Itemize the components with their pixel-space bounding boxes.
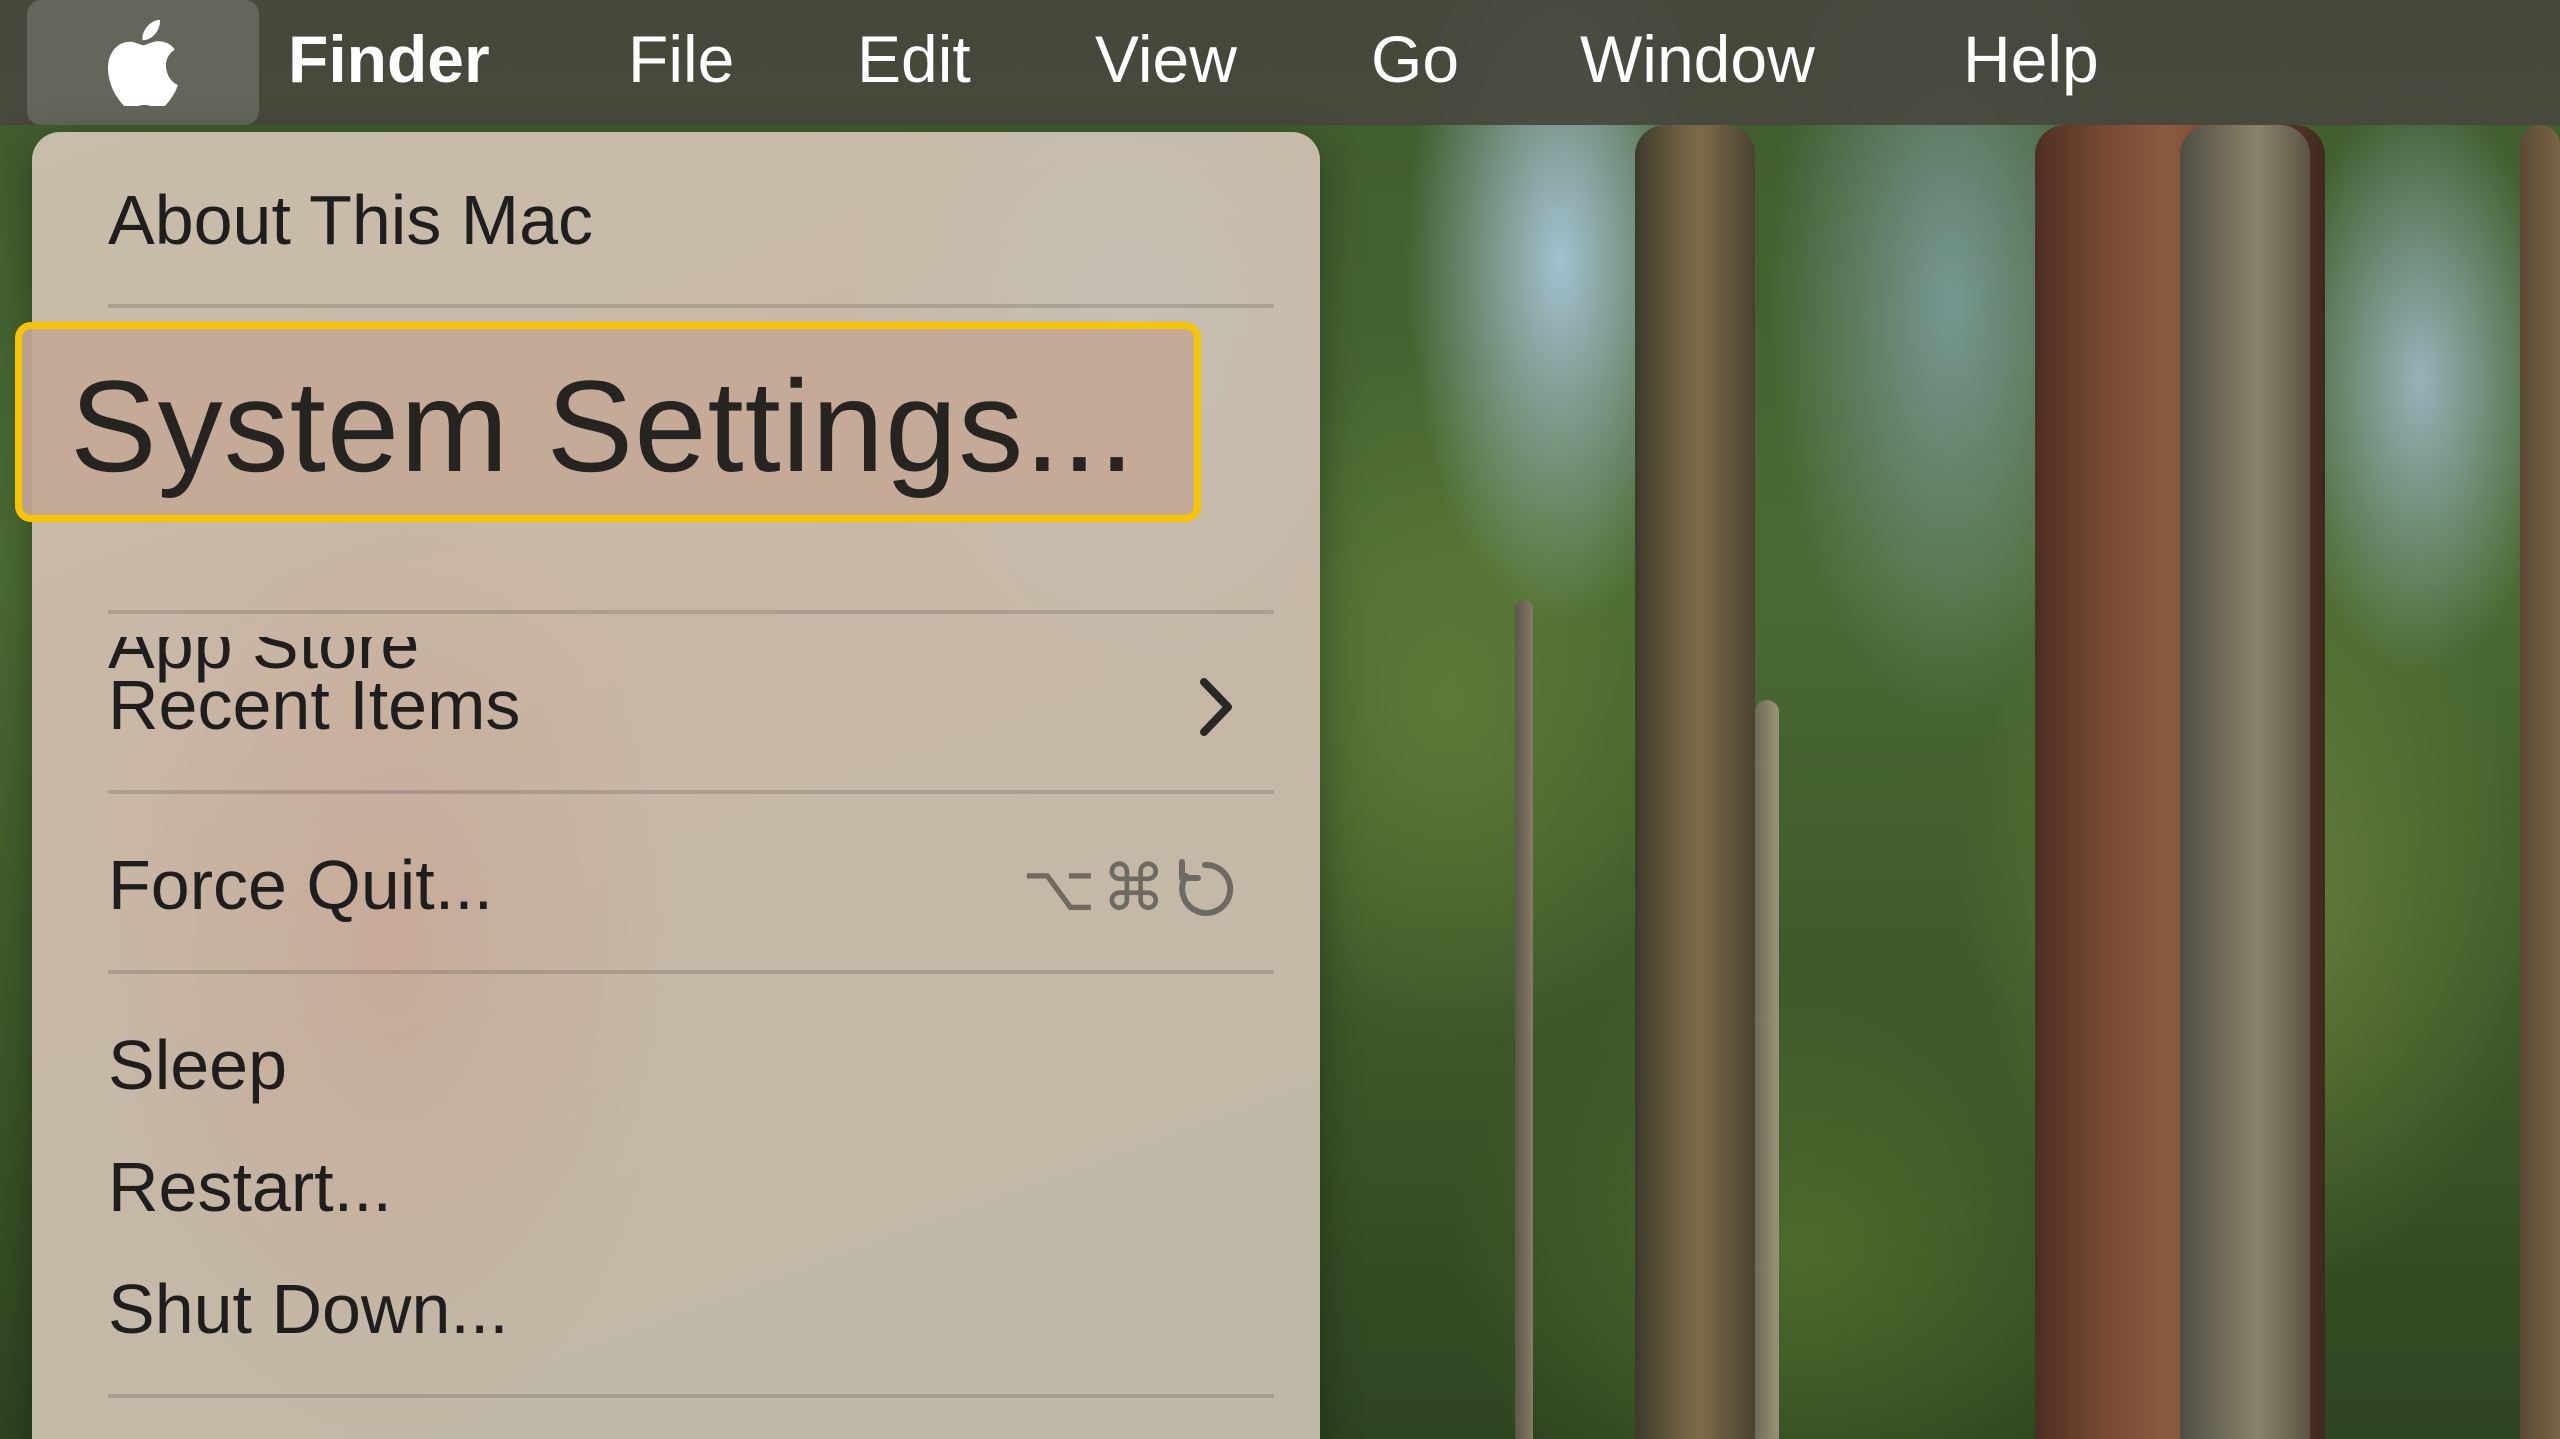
command-key-icon: ⌘ (1101, 852, 1166, 926)
menu-separator (108, 1394, 1274, 1398)
menu-bar: Finder File Edit View Go Window Help (0, 0, 2560, 125)
menu-item-recent-items[interactable]: Recent Items (108, 670, 520, 740)
desktop-screen: Finder File Edit View Go Window Help Abo… (0, 0, 2560, 1439)
menu-item-sleep[interactable]: Sleep (108, 1030, 287, 1100)
menu-separator (108, 790, 1274, 794)
force-quit-shortcut: ⌥ ⌘ (1022, 849, 1238, 929)
wallpaper-tree-trunk (1635, 125, 1755, 1439)
menu-file[interactable]: File (628, 0, 734, 125)
menu-separator (108, 304, 1274, 308)
option-key-icon: ⌥ (1022, 852, 1096, 926)
menu-edit[interactable]: Edit (857, 0, 971, 125)
menu-item-restart[interactable]: Restart... (108, 1152, 392, 1222)
menu-go[interactable]: Go (1371, 0, 1459, 125)
menu-separator (108, 610, 1274, 614)
menu-help[interactable]: Help (1963, 0, 2099, 125)
menu-window[interactable]: Window (1580, 0, 1815, 125)
menu-item-about-this-mac[interactable]: About This Mac (108, 185, 593, 255)
wallpaper-tree-trunk (1755, 700, 1779, 1439)
menu-item-shut-down[interactable]: Shut Down... (108, 1274, 509, 1344)
wallpaper-tree-trunk (2180, 125, 2310, 1439)
menu-view[interactable]: View (1095, 0, 1237, 125)
menu-separator (108, 970, 1274, 974)
escape-icon (1178, 859, 1233, 916)
wallpaper-tree-trunk (1515, 600, 1533, 1439)
menu-item-force-quit[interactable]: Force Quit... (108, 850, 493, 920)
apple-menu-button[interactable] (27, 0, 259, 125)
menu-item-system-settings[interactable]: System Settings... (70, 361, 1136, 491)
chevron-right-icon (1200, 678, 1232, 736)
apple-logo-icon (108, 19, 178, 106)
system-settings-highlight[interactable]: System Settings... (15, 322, 1201, 522)
wallpaper-tree-trunk (2520, 125, 2560, 1439)
menu-finder[interactable]: Finder (288, 0, 490, 125)
